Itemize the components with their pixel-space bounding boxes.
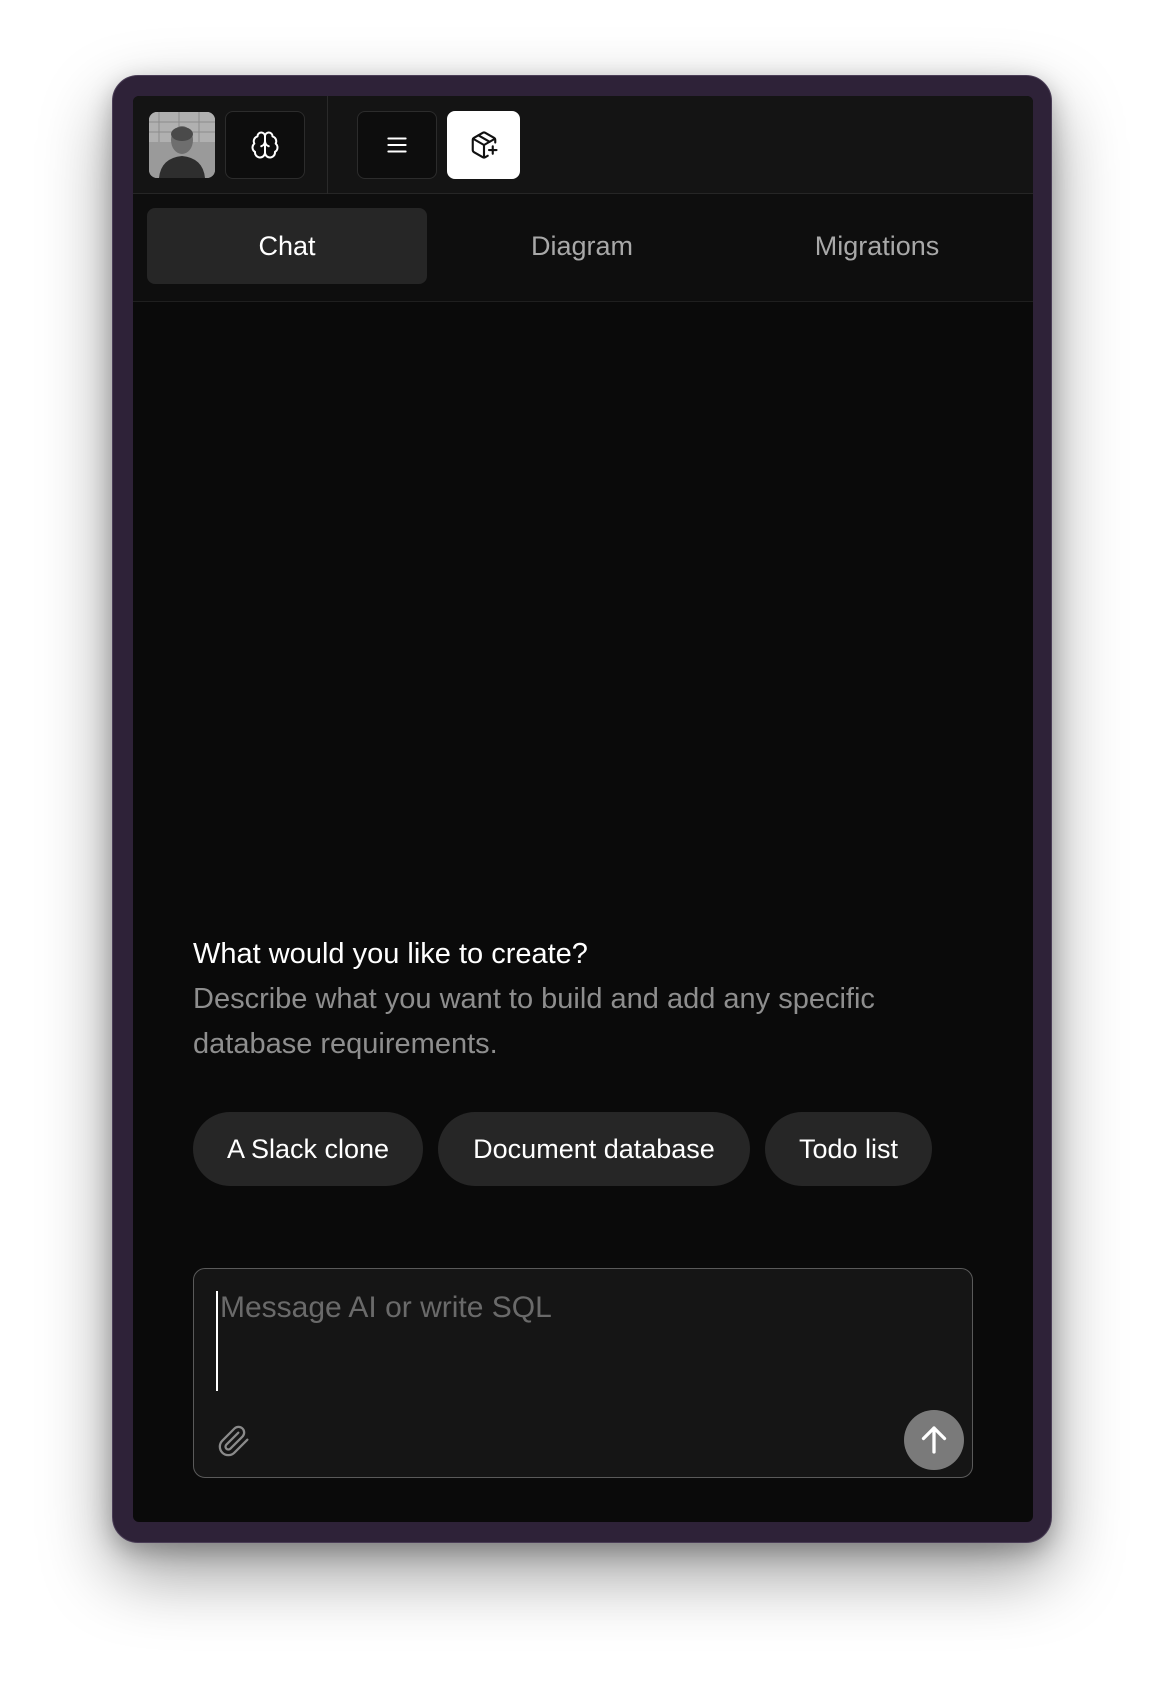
suggestion-document-database[interactable]: Document database: [438, 1112, 750, 1186]
tab-diagram[interactable]: Diagram: [442, 208, 722, 284]
view-tabs: Chat Diagram Migrations: [133, 194, 1033, 302]
app-panel: Chat Diagram Migrations What would you l…: [133, 96, 1033, 1522]
prompt-title: What would you like to create?: [193, 938, 588, 970]
new-schema-button[interactable]: [447, 111, 520, 179]
app-window: Chat Diagram Migrations What would you l…: [112, 75, 1052, 1543]
message-input[interactable]: [216, 1291, 946, 1391]
suggestion-slack-clone[interactable]: A Slack clone: [193, 1112, 423, 1186]
suggestion-todo-list[interactable]: Todo list: [765, 1112, 932, 1186]
prompt-description: Describe what you want to build and add …: [193, 983, 875, 1060]
empty-state-prompt: What would you like to create? Describe …: [193, 931, 993, 1067]
package-plus-icon: [471, 131, 498, 159]
send-button[interactable]: [904, 1410, 964, 1470]
user-avatar: [149, 112, 215, 178]
brain-icon: [251, 131, 279, 159]
toolbar-divider: [327, 96, 328, 194]
top-toolbar: [133, 96, 1033, 194]
menu-button[interactable]: [357, 111, 437, 179]
avatar[interactable]: [149, 112, 215, 178]
tab-migrations[interactable]: Migrations: [737, 208, 1017, 284]
menu-icon: [387, 137, 407, 153]
message-composer: [193, 1268, 973, 1478]
arrow-up-icon: [921, 1426, 947, 1454]
brain-button[interactable]: [225, 111, 305, 179]
attach-button[interactable]: [214, 1421, 254, 1461]
paperclip-icon: [218, 1425, 249, 1457]
tab-chat[interactable]: Chat: [147, 208, 427, 284]
